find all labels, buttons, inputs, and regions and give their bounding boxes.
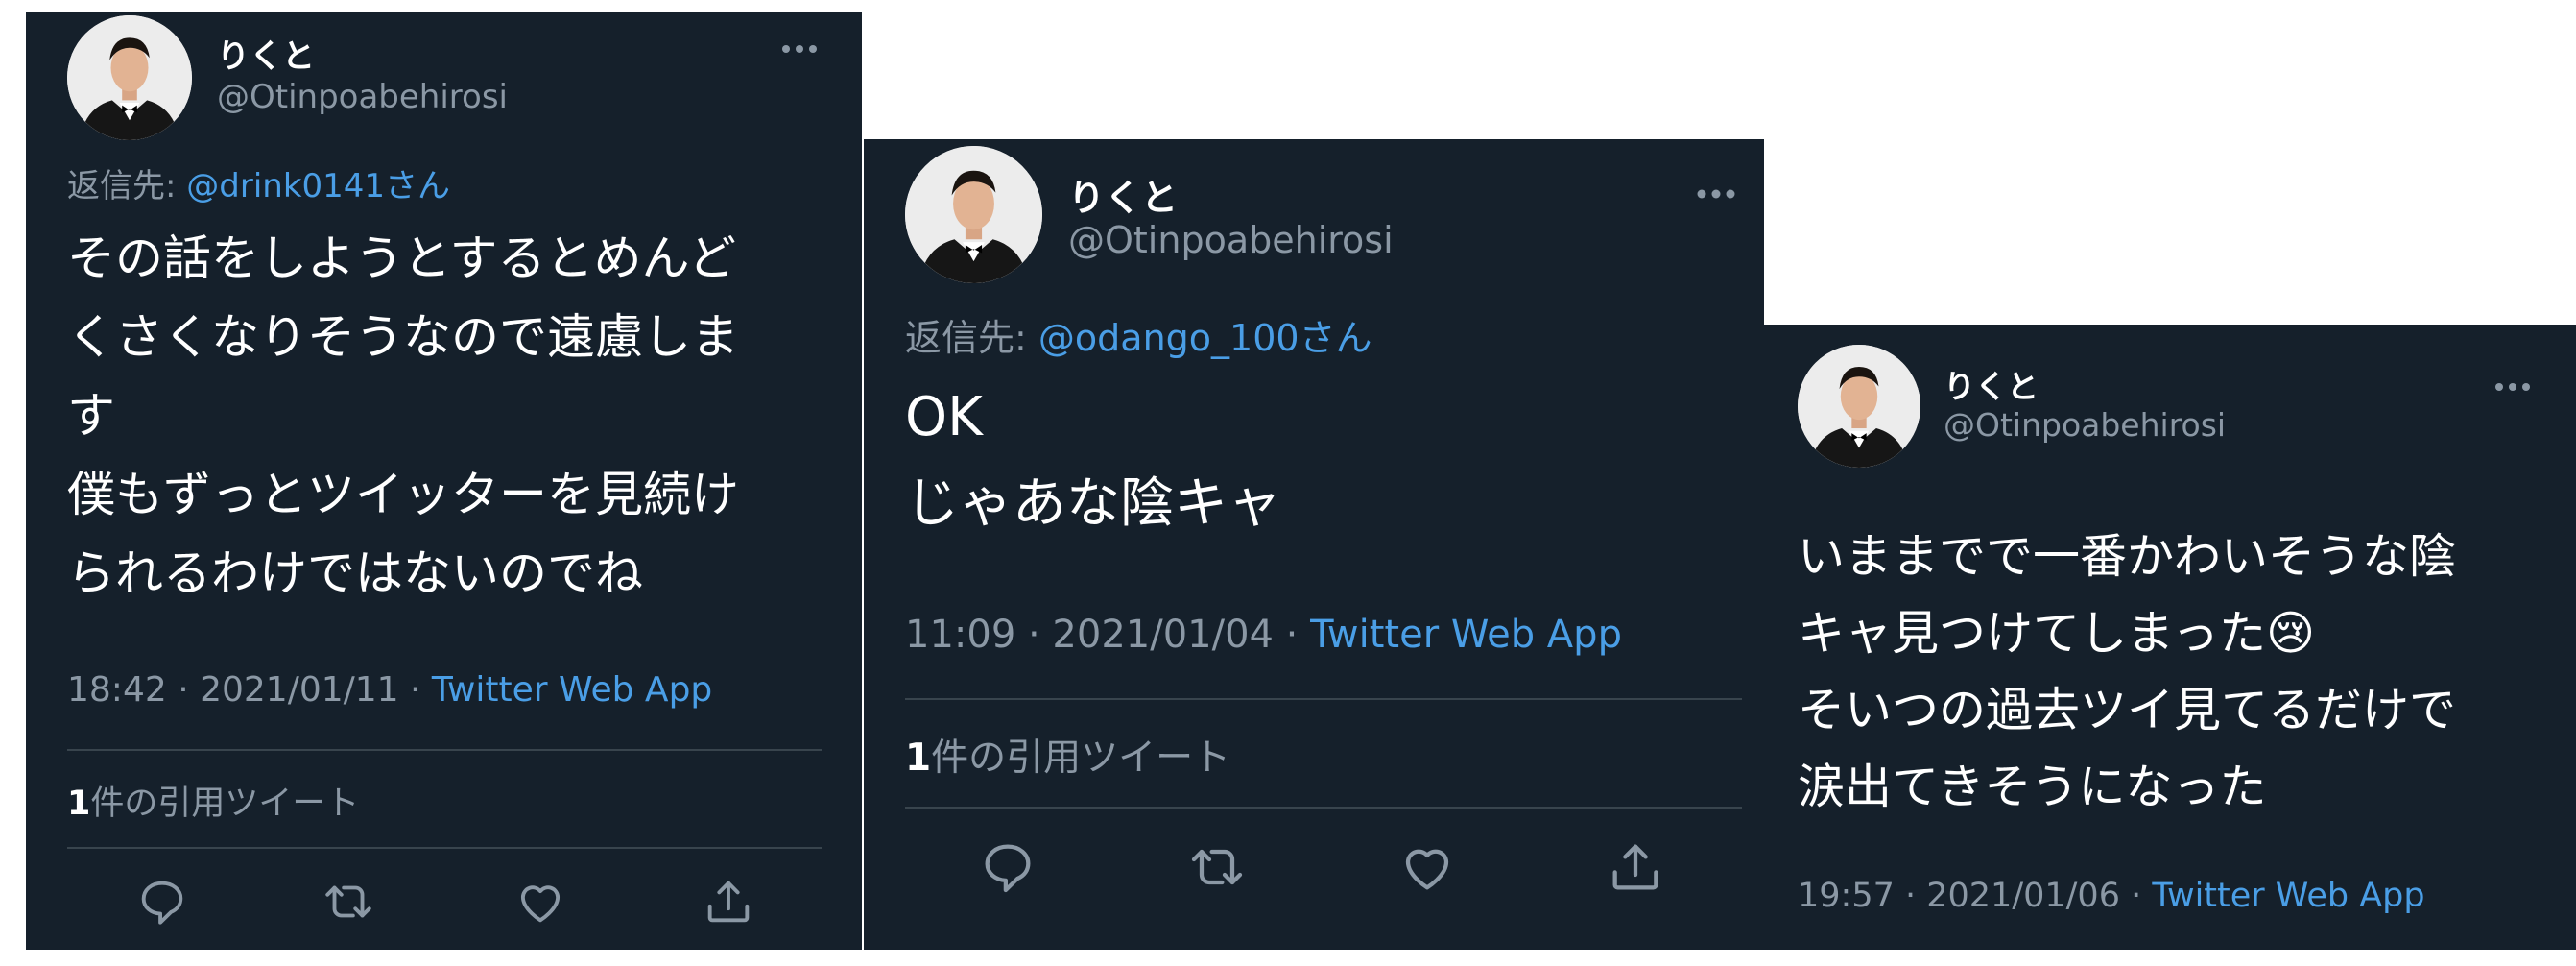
user-handle[interactable]: @Otinpoabehirosi bbox=[1068, 219, 1394, 261]
tweet-text-line: 涙出てきそうになった bbox=[1798, 760, 2267, 814]
divider bbox=[905, 698, 1742, 700]
reply-prefix: 返信先: bbox=[67, 167, 177, 205]
tweet-timestamp[interactable]: 18:42 · 2021/01/11 · bbox=[67, 670, 432, 710]
avatar[interactable] bbox=[1798, 345, 1920, 468]
reply-context: 返信先: @drink0141さん bbox=[67, 159, 450, 206]
tweet-metadata: 11:09 · 2021/01/04 · Twitter Web App bbox=[905, 613, 1622, 657]
tweet-source-link[interactable]: Twitter Web App bbox=[1310, 613, 1622, 657]
display-name[interactable]: りくと bbox=[1068, 168, 1178, 221]
tweet-metadata: 19:57 · 2021/01/06 · Twitter Web App bbox=[1798, 877, 2425, 915]
tweet-card-2: りくと @Otinpoabehirosi 返信先: @odango_100さん … bbox=[864, 139, 1764, 950]
share-icon[interactable] bbox=[701, 874, 756, 930]
quote-tweets-link[interactable]: 1件の引用ツイート bbox=[67, 776, 359, 825]
tweet-text-line: いままでで一番かわいそうな陰 bbox=[1798, 529, 2457, 584]
reply-icon[interactable] bbox=[977, 836, 1038, 898]
quote-count: 1 bbox=[905, 737, 932, 780]
tweet-text: いままでで一番かわいそうな陰 キャ見つけてしまった😢 そいつの過去ツイ見てるだけ… bbox=[1798, 519, 2456, 826]
tweet-text-line: くさくなりそうなので遠慮しま bbox=[67, 309, 739, 365]
tweet-timestamp[interactable]: 11:09 · 2021/01/04 · bbox=[905, 613, 1310, 657]
tweet-source-link[interactable]: Twitter Web App bbox=[2152, 877, 2424, 915]
divider bbox=[67, 847, 822, 849]
tweet-text-line: じゃあな陰キャ bbox=[905, 472, 1281, 535]
tweet-text-line: そいつの過去ツイ見てるだけで bbox=[1798, 683, 2457, 737]
reply-context: 返信先: @odango_100さん bbox=[905, 308, 1372, 361]
display-name[interactable]: りくと bbox=[1944, 361, 2039, 407]
tweet-source-link[interactable]: Twitter Web App bbox=[432, 670, 712, 710]
user-handle[interactable]: @Otinpoabehirosi bbox=[1944, 406, 2226, 444]
divider bbox=[905, 807, 1742, 809]
more-horizontal-icon[interactable] bbox=[2493, 380, 2532, 394]
user-handle[interactable]: @Otinpoabehirosi bbox=[217, 78, 508, 116]
reply-prefix: 返信先: bbox=[905, 317, 1027, 359]
quote-label: 件の引用ツイート bbox=[90, 785, 360, 823]
tweet-text: その話をしようとするとめんど くさくなりそうなので遠慮しま す 僕もずっとツイッ… bbox=[67, 219, 739, 613]
share-icon[interactable] bbox=[1605, 836, 1666, 898]
quote-tweets-link[interactable]: 1件の引用ツイート bbox=[905, 728, 1230, 782]
tweet-text-line: OK bbox=[905, 386, 983, 448]
more-horizontal-icon[interactable] bbox=[1695, 186, 1737, 202]
tweet-text-line: られるわけではないのでね bbox=[67, 545, 643, 601]
tweet-card-1: りくと @Otinpoabehirosi 返信先: @drink0141さん そ… bbox=[26, 12, 862, 950]
tweet-metadata: 18:42 · 2021/01/11 · Twitter Web App bbox=[67, 670, 712, 710]
tweet-timestamp[interactable]: 19:57 · 2021/01/06 · bbox=[1798, 877, 2152, 915]
tweet-card-3: りくと @Otinpoabehirosi いままでで一番かわいそうな陰 キャ見つ… bbox=[1764, 325, 2576, 950]
display-name[interactable]: りくと bbox=[217, 30, 315, 77]
tweet-text-line: 僕もずっとツイッターを見続け bbox=[67, 467, 739, 522]
tweet-text-line: キャ見つけてしまった😢 bbox=[1798, 606, 2316, 661]
divider bbox=[67, 749, 822, 751]
reply-mention-link[interactable]: @odango_100さん bbox=[1038, 317, 1372, 359]
reply-icon[interactable] bbox=[134, 874, 190, 930]
retweet-icon[interactable] bbox=[1186, 836, 1248, 898]
avatar[interactable] bbox=[905, 146, 1042, 283]
quote-count: 1 bbox=[67, 785, 91, 823]
avatar[interactable] bbox=[67, 15, 192, 140]
tweet-text-line: す bbox=[67, 388, 115, 444]
like-icon[interactable] bbox=[513, 874, 568, 930]
tweet-text: OK じゃあな陰キャ bbox=[905, 374, 1281, 547]
tweet-text-line: その話をしようとするとめんど bbox=[67, 230, 736, 286]
reply-mention-link[interactable]: @drink0141さん bbox=[186, 167, 450, 205]
like-icon[interactable] bbox=[1396, 836, 1458, 898]
quote-label: 件の引用ツイート bbox=[931, 737, 1231, 780]
more-horizontal-icon[interactable] bbox=[780, 41, 819, 57]
retweet-icon[interactable] bbox=[321, 874, 376, 930]
